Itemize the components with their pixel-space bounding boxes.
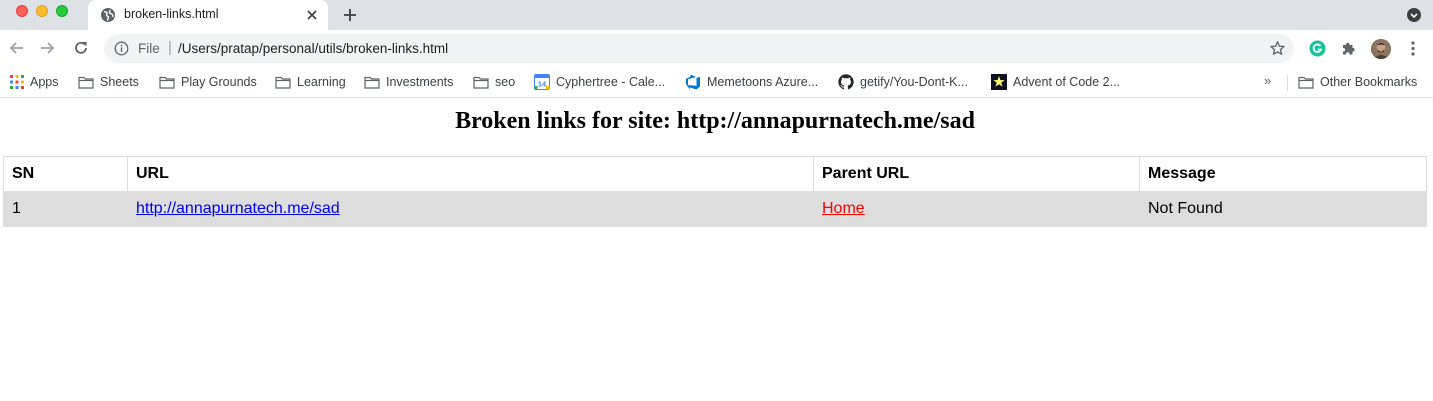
back-arrow-icon[interactable] [8,39,26,57]
bookmark-label: Other Bookmarks [1320,75,1418,89]
folder-icon [364,76,380,89]
bookmark-folder-investments[interactable]: Investments [364,73,453,91]
window-minimize-button[interactable] [36,5,48,17]
tab-close-icon[interactable] [304,7,320,23]
star-icon [991,74,1007,90]
bookmark-apps[interactable]: Apps [10,73,59,91]
url-text[interactable]: /Users/pratap/personal/utils/broken-link… [178,41,448,56]
tab-search-chevron-icon[interactable] [1406,7,1422,23]
forward-arrow-icon[interactable] [38,39,56,57]
bookmark-label: seo [495,75,516,89]
reload-icon[interactable] [72,39,90,57]
bookmark-label: Memetoons Azure... [707,75,819,89]
cell-url: http://annapurnatech.me/sad [127,191,814,227]
browser-toolbar: File | /Users/pratap/personal/utils/brok… [0,30,1433,67]
bookmark-other-bookmarks[interactable]: Other Bookmarks [1298,73,1417,91]
column-header-sn: SN [3,156,128,192]
azure-devops-icon [686,74,700,90]
calendar-badge: 14 [538,80,547,89]
tab-broken-links[interactable]: broken-links.html [88,0,328,30]
globe-icon [101,8,115,22]
column-header-url: URL [127,156,814,192]
url-separator: | [168,39,172,56]
browser-menu-kebab-icon[interactable] [1405,40,1421,57]
extensions-puzzle-icon[interactable] [1340,40,1357,57]
bookmark-memetoons-azure[interactable]: Memetoons Azure... [685,73,818,91]
calendar-icon: 14 [534,74,550,90]
bookmark-label: Advent of Code 2... [1013,75,1121,89]
folder-icon [78,76,94,89]
window-close-button[interactable] [16,5,28,17]
new-tab-plus-icon[interactable] [340,5,360,25]
column-header-message: Message [1139,156,1427,192]
tab-strip: broken-links.html [0,0,1433,30]
folder-icon [473,76,489,89]
bookmark-folder-sheets[interactable]: Sheets [78,73,139,91]
broken-links-table: SN URL Parent URL Message 1 http://annap… [3,156,1427,227]
github-icon [838,74,854,90]
url-scheme-label: File [138,41,160,56]
apps-grid-icon [10,75,24,89]
window-maximize-button[interactable] [56,5,68,17]
folder-icon [1298,76,1314,89]
bookmark-star-icon[interactable] [1269,40,1286,57]
tab-title: broken-links.html [124,7,219,21]
bookmark-label: getify/You-Dont-K... [860,75,968,89]
address-bar[interactable]: File | /Users/pratap/personal/utils/brok… [104,34,1294,63]
bookmark-advent-of-code[interactable]: Advent of Code 2... [991,73,1120,91]
bookmark-label: Learning [297,75,346,89]
bookmarks-bar: Apps Sheets Play Grounds Learning Invest… [0,67,1433,98]
table-row: 1 http://annapurnatech.me/sad Home Not F… [3,191,1427,227]
bookmark-label: Cyphertree - Cale... [556,75,666,89]
bookmark-folder-play-grounds[interactable]: Play Grounds [159,73,257,91]
bookmark-folder-seo[interactable]: seo [473,73,515,91]
cell-sn: 1 [3,191,128,227]
profile-avatar-image [1371,39,1391,59]
bookmark-label: Investments [386,75,454,89]
grammarly-extension-icon[interactable] [1309,40,1326,57]
parent-url-link[interactable]: Home [822,200,865,217]
bookmark-label: Apps [30,75,59,89]
bookmarks-overflow-chevron[interactable]: » [1264,73,1271,88]
folder-icon [159,76,175,89]
table-header-row: SN URL Parent URL Message [3,156,1427,192]
bookmarks-divider [1287,75,1288,91]
cell-message: Not Found [1139,191,1427,227]
info-icon[interactable] [114,41,129,56]
bookmark-label: Sheets [100,75,139,89]
folder-icon [275,76,291,89]
bookmark-label: Play Grounds [181,75,257,89]
column-header-parent-url: Parent URL [813,156,1140,192]
bookmark-cyphertree-calendar[interactable]: 14 Cyphertree - Cale... [534,73,665,91]
page-title: Broken links for site: http://annapurnat… [455,108,975,134]
broken-url-link[interactable]: http://annapurnatech.me/sad [136,200,340,217]
bookmark-folder-learning[interactable]: Learning [275,73,346,91]
profile-avatar[interactable] [1371,39,1391,59]
bookmark-getify-ydkjs[interactable]: getify/You-Dont-K... [838,73,968,91]
cell-parent-url: Home [813,191,1140,227]
page-content: Broken links for site: http://annapurnat… [0,98,1433,401]
